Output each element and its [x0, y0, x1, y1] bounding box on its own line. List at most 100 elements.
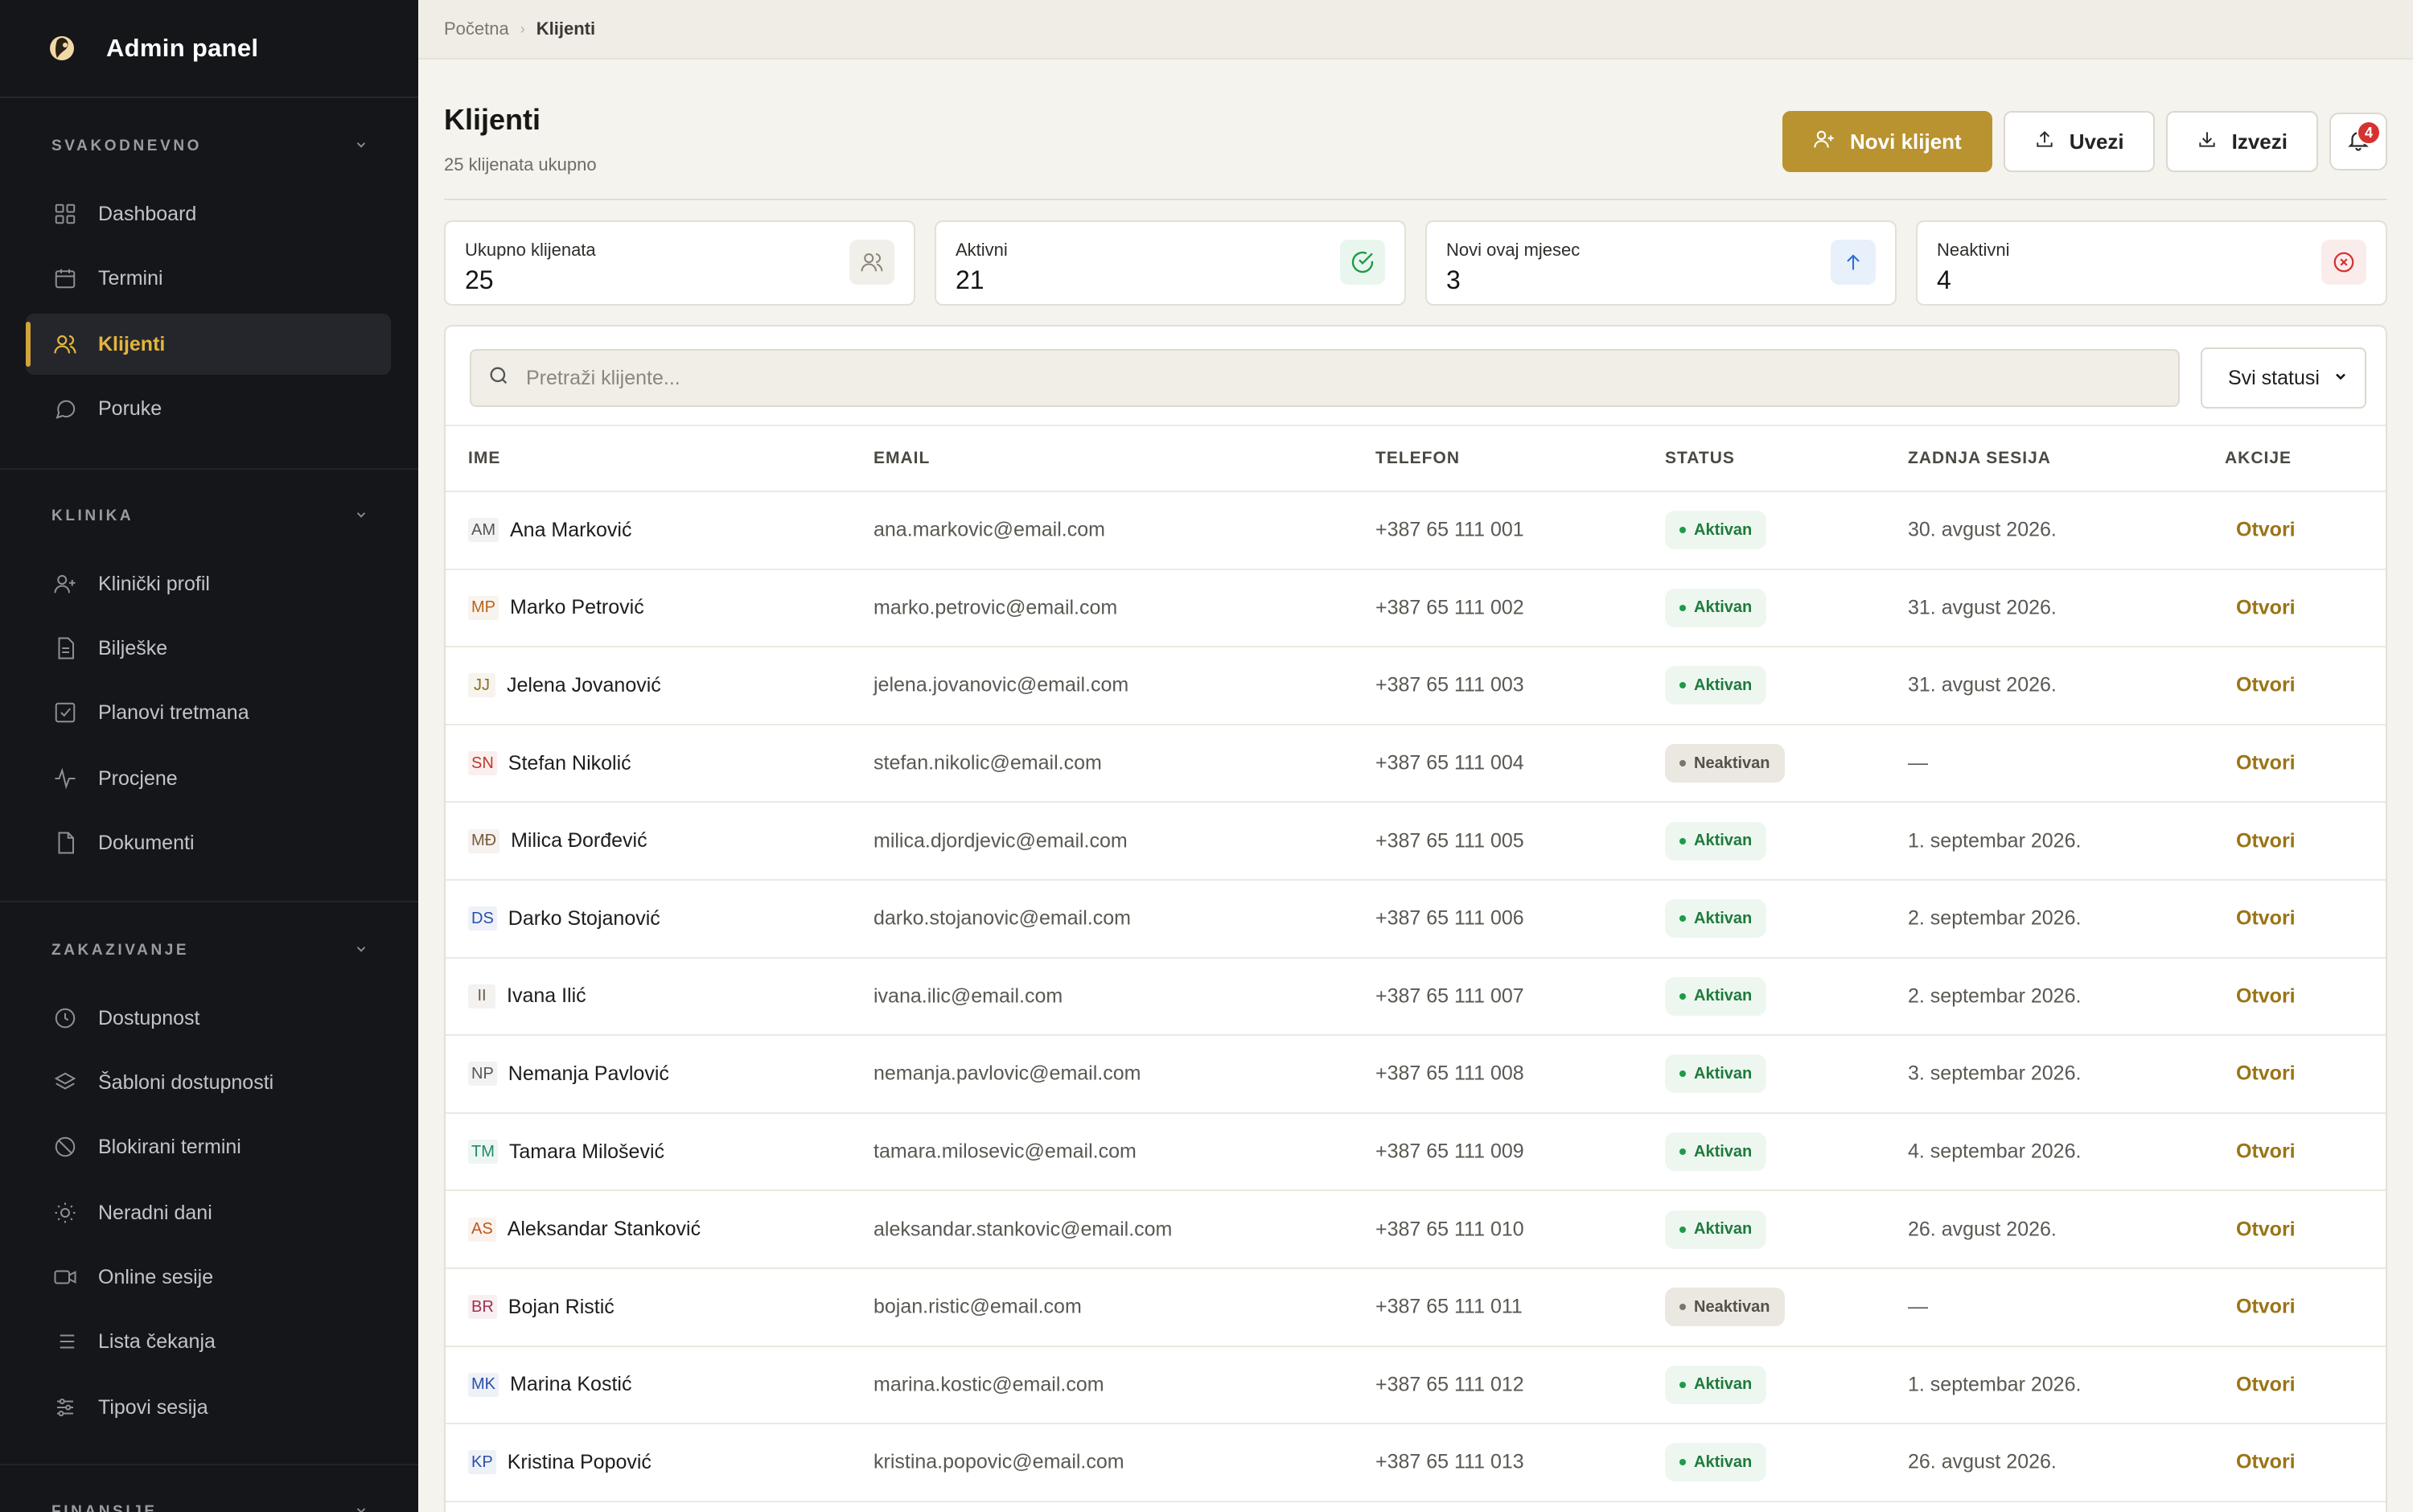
status-filter-select[interactable]: Svi statusi [2201, 347, 2366, 409]
table-row[interactable]: BR Bojan Ristić bojan.ristic@email.com +… [446, 1269, 2386, 1347]
client-email: kristina.popovic@email.com [874, 1450, 1124, 1473]
status-badge: Aktivan [1665, 1210, 1767, 1249]
open-client-link[interactable]: Otvori [2236, 674, 2296, 697]
open-client-link[interactable]: Otvori [2236, 1373, 2296, 1396]
open-client-link[interactable]: Otvori [2236, 1218, 2296, 1241]
section-header[interactable]: FINANSIJE [0, 1496, 418, 1512]
client-name[interactable]: Darko Stojanović [508, 907, 660, 931]
status-badge: Aktivan [1665, 1054, 1767, 1094]
breadcrumb-home-link[interactable]: Početna [444, 18, 509, 39]
notifications-button[interactable]: 4 [2329, 113, 2387, 171]
sidebar-item-label: Poruke [98, 396, 162, 420]
last-session: 2. septembar 2026. [1908, 906, 2082, 930]
sidebar-section-finansije: FINANSIJE [0, 1496, 418, 1512]
table-row[interactable]: NP Nemanja Pavlović nemanja.pavlovic@ema… [446, 1036, 2386, 1114]
sidebar-divider [0, 1464, 418, 1465]
table-row[interactable]: JJ Jelena Jovanović jelena.jovanovic@ema… [446, 647, 2386, 725]
chevron-down-icon [354, 1503, 368, 1512]
open-client-link[interactable]: Otvori [2236, 596, 2296, 619]
open-client-link[interactable]: Otvori [2236, 1451, 2296, 1474]
sidebar-item-lista-cekanja[interactable]: Lista čekanja [26, 1311, 391, 1372]
status-label: Neaktivan [1694, 754, 1770, 772]
client-name[interactable]: Marina Kostić [510, 1373, 631, 1396]
sidebar-item-procjene[interactable]: Procjene [26, 748, 391, 809]
client-name[interactable]: Ivana Ilić [507, 984, 586, 1008]
open-client-link[interactable]: Otvori [2236, 752, 2296, 775]
table-row[interactable]: MK Marina Kostić marina.kostic@email.com… [446, 1347, 2386, 1425]
sidebar-item-dashboard[interactable]: Dashboard [26, 183, 391, 244]
client-name-cell: DS Darko Stojanović [468, 906, 660, 931]
sidebar-item-neradni-dani[interactable]: Neradni dani [26, 1182, 391, 1243]
avatar: DS [468, 906, 497, 931]
search-input[interactable]: Pretraži klijente... [470, 349, 2180, 407]
sidebar-item-termini[interactable]: Termini [26, 248, 391, 309]
table-row[interactable]: DS Darko Stojanović darko.stojanovic@ema… [446, 881, 2386, 959]
last-session: — [1908, 751, 1928, 774]
table-row[interactable]: TM Tamara Milošević tamara.milosevic@ema… [446, 1114, 2386, 1192]
table-row[interactable]: AS Aleksandar Stanković aleksandar.stank… [446, 1191, 2386, 1269]
column-header-name[interactable]: IME [468, 449, 500, 468]
new-client-button[interactable]: Novi klijent [1782, 111, 1992, 172]
client-name[interactable]: Jelena Jovanović [507, 674, 661, 697]
open-client-link[interactable]: Otvori [2236, 1062, 2296, 1086]
table-row[interactable]: MĐ Milica Đorđević milica.djordjevic@ema… [446, 803, 2386, 881]
section-header[interactable]: KLINIKA [0, 500, 418, 532]
open-client-link[interactable]: Otvori [2236, 1296, 2296, 1319]
status-dot-icon [1679, 992, 1686, 1000]
sidebar-item-klijenti[interactable]: Klijenti [26, 314, 391, 375]
column-header-email[interactable]: EMAIL [874, 449, 930, 468]
import-button[interactable]: Uvezi [2003, 111, 2155, 172]
status-label: Aktivan [1694, 1142, 1753, 1161]
sidebar-item-planovi-tretmana[interactable]: Planovi tretmana [26, 682, 391, 743]
export-button[interactable]: Izvezi [2165, 111, 2318, 172]
sidebar-item-online-sesije[interactable]: Online sesije [26, 1247, 391, 1308]
client-name[interactable]: Kristina Popović [508, 1451, 652, 1474]
client-name[interactable]: Aleksandar Stanković [508, 1218, 701, 1241]
sidebar-item-poruke[interactable]: Poruke [26, 378, 391, 439]
column-header-phone[interactable]: TELEFON [1375, 449, 1460, 468]
new-client-label: Novi klijent [1850, 129, 1962, 154]
section-header[interactable]: ZAKAZIVANJE [0, 935, 418, 967]
sidebar-item-label: Dashboard [98, 202, 197, 225]
client-name[interactable]: Bojan Ristić [508, 1296, 615, 1319]
sidebar-item-sabloni-dostupnosti[interactable]: Šabloni dostupnosti [26, 1052, 391, 1113]
table-row[interactable]: MP Marko Petrović marko.petrovic@email.c… [446, 570, 2386, 648]
status-badge: Aktivan [1665, 1365, 1767, 1404]
client-name[interactable]: Marko Petrović [510, 596, 644, 619]
arrow-up-icon [1831, 240, 1876, 285]
sidebar-item-biljeske[interactable]: Bilješke [26, 618, 391, 679]
sidebar-divider [0, 468, 418, 470]
open-client-link[interactable]: Otvori [2236, 519, 2296, 542]
client-name[interactable]: Ana Marković [510, 519, 631, 542]
sidebar-item-dokumenti[interactable]: Dokumenti [26, 812, 391, 873]
section-header[interactable]: SVAKODNEVNO [0, 130, 418, 162]
avatar: MP [468, 595, 499, 620]
client-name-cell: KP Kristina Popović [468, 1450, 652, 1475]
sidebar-header: Admin panel [0, 0, 418, 98]
table-row[interactable]: KP Kristina Popović kristina.popovic@ema… [446, 1424, 2386, 1502]
column-header-last-session[interactable]: ZADNJA SESIJA [1908, 449, 2051, 468]
sidebar-item-blokirani-termini[interactable]: Blokirani termini [26, 1116, 391, 1177]
status-dot-icon [1679, 1070, 1686, 1078]
open-client-link[interactable]: Otvori [2236, 984, 2296, 1008]
status-dot-icon [1679, 1226, 1686, 1233]
video-icon [51, 1263, 79, 1291]
sidebar-item-tipovi-sesija[interactable]: Tipovi sesija [26, 1377, 391, 1438]
sidebar-item-dostupnost[interactable]: Dostupnost [26, 988, 391, 1049]
table-row[interactable]: AM Ana Marković ana.markovic@email.com +… [446, 492, 2386, 570]
sidebar-item-klinicki-profil[interactable]: Klinički profil [26, 553, 391, 614]
open-client-link[interactable]: Otvori [2236, 1140, 2296, 1164]
client-name[interactable]: Stefan Nikolić [508, 752, 631, 775]
open-client-link[interactable]: Otvori [2236, 907, 2296, 931]
client-name[interactable]: Tamara Milošević [509, 1140, 664, 1164]
table-row[interactable]: II Ivana Ilić ivana.ilic@email.com +387 … [446, 959, 2386, 1037]
column-header-status[interactable]: STATUS [1665, 449, 1735, 468]
status-badge-cell: Aktivan [1665, 899, 1767, 939]
client-name[interactable]: Nemanja Pavlović [508, 1062, 669, 1086]
open-client-link[interactable]: Otvori [2236, 829, 2296, 853]
client-name[interactable]: Milica Đorđević [511, 829, 647, 853]
app-logo-icon[interactable] [43, 30, 80, 67]
table-row[interactable]: SN Stefan Nikolić stefan.nikolic@email.c… [446, 725, 2386, 803]
client-phone: +387 65 111 010 [1375, 1218, 1524, 1241]
page-header: Klijenti 25 klijenata ukupno [444, 103, 597, 175]
